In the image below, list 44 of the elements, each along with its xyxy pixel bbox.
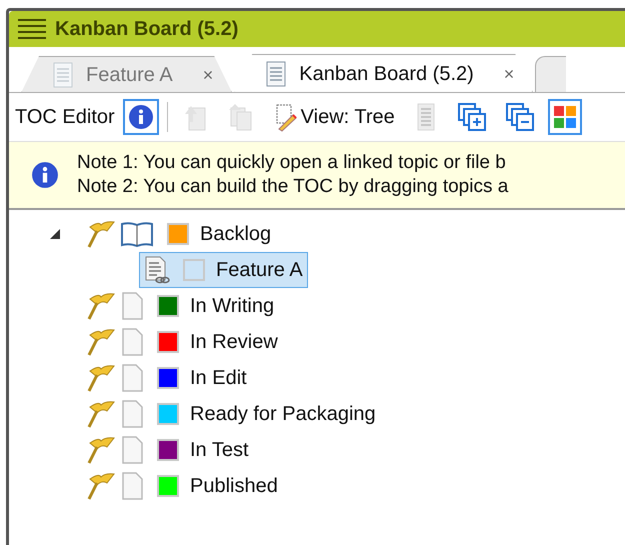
menu-icon[interactable] <box>17 17 47 41</box>
flag-icon <box>85 363 115 393</box>
tree-item[interactable]: Backlog <box>115 216 276 252</box>
tree-item[interactable]: Published <box>115 468 283 504</box>
document-link-icon <box>144 255 170 285</box>
color-swatch <box>183 259 205 281</box>
page-icon <box>120 327 144 357</box>
page-icon <box>120 471 144 501</box>
document-icon <box>265 60 288 88</box>
page-icon <box>120 291 144 321</box>
color-grid-icon <box>552 104 577 130</box>
tab[interactable]: Feature A × <box>21 56 232 92</box>
tree-item[interactable]: Ready for Packaging <box>115 396 381 432</box>
page-icon <box>120 363 144 393</box>
tree-item[interactable]: In Edit <box>115 360 252 396</box>
flag-icon <box>85 219 115 249</box>
toolbar-label: TOC Editor <box>15 106 115 128</box>
tree-item[interactable]: In Test <box>115 432 254 468</box>
page-icon <box>120 435 144 465</box>
flag-icon <box>85 435 115 465</box>
view-button[interactable]: View: Tree <box>268 99 400 135</box>
tree-item[interactable]: Feature A <box>139 252 308 288</box>
book-icon <box>120 220 154 248</box>
expand-all-icon <box>456 102 487 132</box>
note-text: Note 2: You can build the TOC by dragging topics a <box>77 176 508 198</box>
flag-icon <box>85 399 115 429</box>
flag-icon <box>85 471 115 501</box>
tree-item[interactable]: In Review <box>115 324 283 360</box>
collapse-all-icon <box>504 102 535 132</box>
info-icon <box>31 161 59 189</box>
expanded-arrow-icon[interactable] <box>49 228 61 240</box>
flag-icon <box>85 327 115 357</box>
colors-button[interactable] <box>548 99 582 135</box>
close-tab-button[interactable]: × <box>202 64 214 86</box>
tree-item[interactable]: In Writing <box>115 288 280 324</box>
page-icon <box>120 399 144 429</box>
window-title: Kanban Board (5.2) <box>55 18 238 40</box>
info-icon <box>128 104 154 130</box>
document-icon <box>52 61 74 89</box>
close-tab-button[interactable]: × <box>504 64 514 84</box>
note-text: Note 1: You can quickly open a linked topic or file b <box>77 152 507 174</box>
info-button[interactable] <box>122 99 159 135</box>
flag-icon <box>85 291 115 321</box>
tab[interactable]: Kanban Board (5.2) × <box>234 54 534 92</box>
